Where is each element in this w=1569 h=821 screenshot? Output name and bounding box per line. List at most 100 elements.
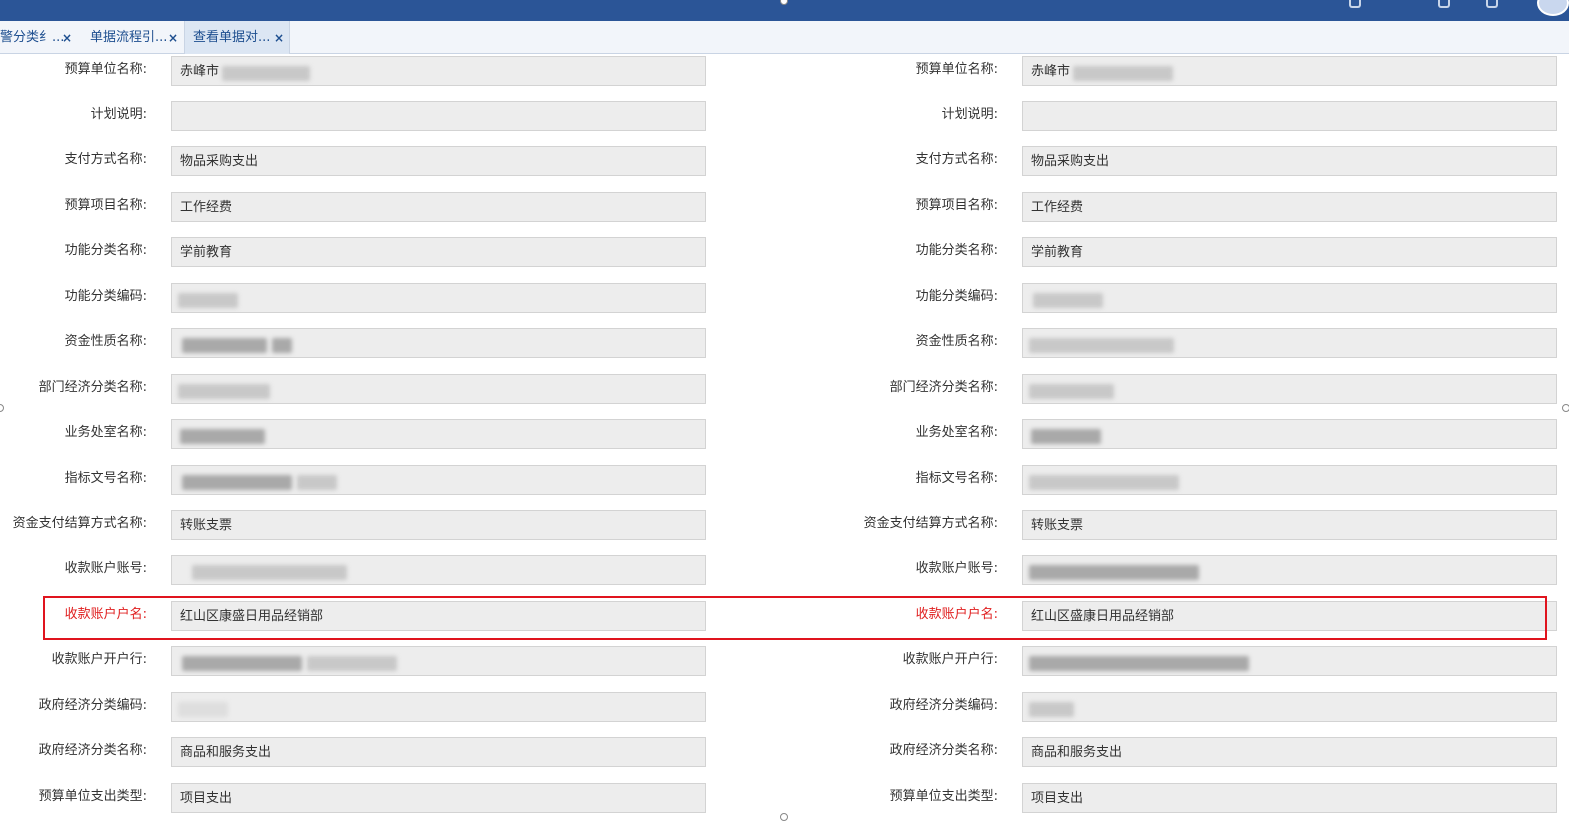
field-value: 赤峰市 [1031, 64, 1071, 79]
business-office-field[interactable] [171, 419, 706, 449]
field-label: 部门经济分类名称: [38, 380, 147, 395]
redacted-text [1033, 293, 1103, 308]
field-label: 政府经济分类编码: [889, 698, 998, 713]
fund-nature-field[interactable] [1022, 328, 1557, 358]
settlement-method-field[interactable]: 转账支票 [1022, 510, 1557, 540]
field-value: 物品采购支出 [180, 154, 259, 169]
field-label: 政府经济分类编码: [38, 698, 147, 713]
redacted-text [297, 475, 337, 490]
field-value: 项目支出 [1031, 791, 1084, 806]
tab-label: 单据流程引... [90, 30, 168, 45]
field-value: 工作经费 [180, 200, 233, 215]
field-label: 政府经济分类名称: [38, 743, 147, 758]
field-label: 功能分类名称: [915, 243, 998, 258]
field-label: 收款账户账号: [64, 561, 147, 576]
redacted-text [272, 338, 292, 353]
function-class-name-field[interactable]: 学前教育 [171, 237, 706, 267]
indicator-doc-number-field[interactable] [171, 465, 706, 495]
redacted-text [222, 66, 310, 81]
dept-economic-class-field[interactable] [1022, 374, 1557, 404]
close-icon[interactable]: × [62, 21, 72, 55]
payee-account-number-field[interactable] [1022, 555, 1557, 585]
business-office-field[interactable] [1022, 419, 1557, 449]
redacted-text [178, 293, 238, 308]
fund-nature-field[interactable] [171, 328, 706, 358]
budget-project-field[interactable]: 工作经费 [1022, 192, 1557, 222]
field-label: 业务处室名称: [915, 425, 998, 440]
field-label: 功能分类编码: [915, 289, 998, 304]
expense-type-field[interactable]: 项目支出 [1022, 783, 1557, 813]
plan-description-field[interactable] [171, 101, 706, 131]
resize-handle-bottom[interactable] [780, 813, 788, 821]
tab-label: 警分类纟... [0, 30, 65, 45]
redacted-text [178, 384, 270, 399]
field-label: 部门经济分类名称: [889, 380, 998, 395]
field-label: 政府经济分类名称: [889, 743, 998, 758]
field-label: 收款账户开户行: [51, 652, 147, 667]
field-label: 资金性质名称: [64, 334, 147, 349]
field-label: 支付方式名称: [915, 152, 998, 167]
redacted-text [178, 702, 228, 717]
budget-project-field[interactable]: 工作经费 [171, 192, 706, 222]
close-icon[interactable]: × [274, 21, 284, 55]
field-value: 转账支票 [1031, 518, 1084, 533]
gov-economic-name-field[interactable]: 商品和服务支出 [171, 737, 706, 767]
field-label: 支付方式名称: [64, 152, 147, 167]
field-value: 学前教育 [1031, 245, 1084, 260]
redacted-text [1029, 338, 1174, 353]
redacted-text [1029, 565, 1199, 580]
field-value: 学前教育 [180, 245, 233, 260]
plan-description-field[interactable] [1022, 101, 1557, 131]
field-value: 项目支出 [180, 791, 233, 806]
payee-bank-field[interactable] [171, 646, 706, 676]
tab-label: 查看单据对... [193, 30, 271, 45]
field-label: 计划说明: [941, 107, 998, 122]
close-icon[interactable]: × [168, 21, 178, 55]
function-class-code-field[interactable] [171, 283, 706, 313]
field-label: 预算项目名称: [64, 198, 147, 213]
field-label: 收款账户账号: [915, 561, 998, 576]
field-value: 商品和服务支出 [180, 745, 272, 760]
expense-type-field[interactable]: 项目支出 [171, 783, 706, 813]
gov-economic-code-field[interactable] [171, 692, 706, 722]
minimize-icon[interactable] [1438, 0, 1450, 8]
tab-classification[interactable]: 警分类纟... × [0, 21, 75, 54]
settings-icon[interactable] [1486, 0, 1498, 8]
resize-handle-left[interactable] [0, 404, 4, 412]
redacted-text [1029, 475, 1179, 490]
budget-unit-name-field[interactable]: 赤峰市 [1022, 56, 1557, 86]
user-avatar[interactable] [1537, 0, 1569, 16]
resize-handle-right[interactable] [1562, 404, 1569, 412]
field-label: 收款账户开户行: [902, 652, 998, 667]
dept-economic-class-field[interactable] [171, 374, 706, 404]
payee-bank-field[interactable] [1022, 646, 1557, 676]
payment-method-field[interactable]: 物品采购支出 [171, 146, 706, 176]
settlement-method-field[interactable]: 转账支票 [171, 510, 706, 540]
redacted-text [192, 565, 347, 580]
tab-bar: 警分类纟... × 单据流程引... × 查看单据对... × [0, 21, 1569, 54]
field-label: 资金性质名称: [915, 334, 998, 349]
payee-account-number-field[interactable] [171, 555, 706, 585]
redacted-text [182, 338, 267, 353]
field-label: 指标文号名称: [915, 471, 998, 486]
field-label: 预算单位名称: [915, 62, 998, 77]
field-value: 物品采购支出 [1031, 154, 1110, 169]
indicator-doc-number-field[interactable] [1022, 465, 1557, 495]
payment-method-field[interactable]: 物品采购支出 [1022, 146, 1557, 176]
window-icon[interactable] [1349, 0, 1361, 8]
field-value: 商品和服务支出 [1031, 745, 1123, 760]
gov-economic-code-field[interactable] [1022, 692, 1557, 722]
field-label: 预算单位名称: [64, 62, 147, 77]
tab-view-document[interactable]: 查看单据对... × [184, 21, 290, 54]
tab-document-flow[interactable]: 单据流程引... × [82, 21, 182, 54]
field-label: 预算单位支出类型: [38, 789, 147, 804]
function-class-name-field[interactable]: 学前教育 [1022, 237, 1557, 267]
field-label: 功能分类名称: [64, 243, 147, 258]
field-value: 赤峰市 [180, 64, 220, 79]
field-label: 功能分类编码: [64, 289, 147, 304]
field-label: 计划说明: [90, 107, 147, 122]
gov-economic-name-field[interactable]: 商品和服务支出 [1022, 737, 1557, 767]
budget-unit-name-field[interactable]: 赤峰市 [171, 56, 706, 86]
function-class-code-field[interactable] [1022, 283, 1557, 313]
redacted-text [1073, 66, 1173, 81]
